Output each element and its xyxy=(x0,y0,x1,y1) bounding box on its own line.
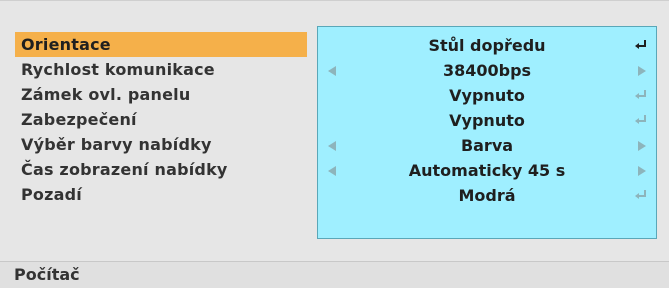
value-zamek-ovl-panelu: Vypnuto xyxy=(449,86,525,105)
value-row-vyber-barvy-nabidky[interactable]: Barva xyxy=(318,133,656,158)
menu-item-pozadi[interactable]: Pozadí xyxy=(15,182,307,207)
value-vyber-barvy-nabidky: Barva xyxy=(460,136,514,155)
source-label: Počítač xyxy=(14,265,80,284)
enter-icon[interactable] xyxy=(634,39,648,51)
setting-values-panel: Stůl dopředu 38400bps Vypnuto Vypnuto Ba… xyxy=(317,26,657,239)
value-row-cas-zobrazeni-nabidky[interactable]: Automaticky 45 s xyxy=(318,158,656,183)
enter-icon[interactable] xyxy=(634,114,648,126)
enter-icon[interactable] xyxy=(634,189,648,201)
value-row-orientace[interactable]: Stůl dopředu xyxy=(318,33,656,58)
value-row-pozadi[interactable]: Modrá xyxy=(318,183,656,208)
menu-item-zamek-ovl-panelu[interactable]: Zámek ovl. panelu xyxy=(15,82,307,107)
setting-labels-column: Orientace Rychlost komunikace Zámek ovl.… xyxy=(15,32,307,207)
value-pozadi: Modrá xyxy=(458,186,516,205)
right-arrow-icon[interactable] xyxy=(638,166,646,176)
menu-item-cas-zobrazeni-nabidky[interactable]: Čas zobrazení nabídky xyxy=(15,157,307,182)
projector-settings-menu: Orientace Rychlost komunikace Zámek ovl.… xyxy=(0,0,669,288)
menu-item-vyber-barvy-nabidky[interactable]: Výběr barvy nabídky xyxy=(15,132,307,157)
enter-icon[interactable] xyxy=(634,89,648,101)
value-row-zamek-ovl-panelu[interactable]: Vypnuto xyxy=(318,83,656,108)
value-orientace: Stůl dopředu xyxy=(428,36,546,55)
value-row-rychlost-komunikace[interactable]: 38400bps xyxy=(318,58,656,83)
left-arrow-icon[interactable] xyxy=(328,166,336,176)
value-cas-zobrazeni-nabidky: Automaticky 45 s xyxy=(408,161,566,180)
right-arrow-icon[interactable] xyxy=(638,141,646,151)
menu-item-rychlost-komunikace[interactable]: Rychlost komunikace xyxy=(15,57,307,82)
left-arrow-icon[interactable] xyxy=(328,141,336,151)
value-rychlost-komunikace: 38400bps xyxy=(442,61,532,80)
menu-item-orientace[interactable]: Orientace xyxy=(15,32,307,57)
value-row-zabezpeceni[interactable]: Vypnuto xyxy=(318,108,656,133)
source-status-bar: Počítač xyxy=(0,261,669,288)
value-zabezpeceni: Vypnuto xyxy=(449,111,525,130)
right-arrow-icon[interactable] xyxy=(638,66,646,76)
menu-item-zabezpeceni[interactable]: Zabezpečení xyxy=(15,107,307,132)
left-arrow-icon[interactable] xyxy=(328,66,336,76)
